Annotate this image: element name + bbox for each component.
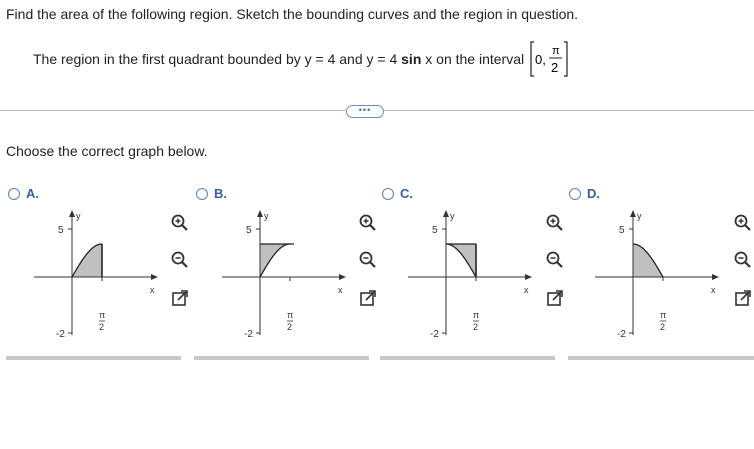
graph-c-content: y x 5 -2 π 2 bbox=[408, 210, 532, 340]
radio-b[interactable] bbox=[196, 187, 208, 200]
y-tick-bottom-label: -2 bbox=[430, 329, 439, 340]
graph-b-content: y x 5 -2 π 2 bbox=[222, 210, 346, 340]
zoom-in-icon[interactable] bbox=[358, 213, 378, 233]
radio-d[interactable] bbox=[569, 187, 581, 200]
interval-start: 0, bbox=[535, 52, 546, 67]
external-link-icon[interactable] bbox=[358, 288, 378, 308]
y-axis-arrow bbox=[257, 210, 263, 217]
x-axis-label: x bbox=[524, 285, 529, 295]
x-axis-label: x bbox=[338, 285, 343, 295]
zoom-in-icon[interactable] bbox=[545, 213, 565, 233]
x-tick-den-label: 2 bbox=[99, 322, 104, 332]
problem-statement: The region in the first quadrant bounded… bbox=[33, 51, 524, 67]
x-tick-num-label: π bbox=[287, 310, 293, 320]
zoom-out-icon[interactable] bbox=[545, 250, 565, 270]
x-axis-label: x bbox=[711, 285, 716, 295]
instruction-text: Choose the correct graph below. bbox=[6, 143, 208, 159]
y-axis-arrow bbox=[443, 210, 449, 217]
x-tick-num-label: π bbox=[473, 310, 479, 320]
shaded-region bbox=[446, 244, 476, 277]
problem-prefix: The region in the first quadrant bounded… bbox=[33, 51, 398, 67]
y-tick-top-label: 5 bbox=[58, 225, 64, 236]
problem-sin: sin bbox=[401, 51, 422, 67]
graph-a-content: y x 5 -2 π 2 bbox=[34, 210, 158, 340]
y-tick-bottom-label: -2 bbox=[617, 329, 626, 340]
option-c[interactable]: C. bbox=[382, 186, 413, 201]
zoom-out-icon[interactable] bbox=[170, 250, 190, 270]
x-tick-den-label: 2 bbox=[473, 322, 478, 332]
radio-a[interactable] bbox=[8, 187, 20, 200]
option-d[interactable]: D. bbox=[569, 186, 600, 201]
y-axis-label: y bbox=[76, 211, 81, 221]
shaded-region bbox=[72, 244, 102, 277]
interval-notation: 0, π 2 bbox=[530, 41, 568, 77]
graph-c: y x 5 -2 π 2 bbox=[408, 210, 532, 340]
y-axis-label: y bbox=[264, 211, 269, 221]
y-tick-bottom-label: -2 bbox=[56, 329, 65, 340]
x-tick-num-label: π bbox=[99, 310, 105, 320]
problem-suffix: x on the interval bbox=[425, 51, 525, 67]
option-a-bar bbox=[6, 356, 181, 360]
y-axis-label: y bbox=[637, 211, 642, 221]
option-a-label: A. bbox=[26, 186, 39, 201]
y-axis-arrow bbox=[630, 210, 636, 217]
y-axis-label: y bbox=[450, 211, 455, 221]
zoom-in-icon[interactable] bbox=[170, 213, 190, 233]
y-tick-top-label: 5 bbox=[619, 225, 625, 236]
radio-c[interactable] bbox=[382, 187, 394, 200]
x-axis-label: x bbox=[150, 285, 155, 295]
interval-num: π bbox=[552, 45, 560, 57]
y-axis-arrow bbox=[69, 210, 75, 217]
option-c-label: C. bbox=[400, 186, 413, 201]
external-link-icon[interactable] bbox=[733, 288, 753, 308]
question-text: Find the area of the following region. S… bbox=[6, 6, 579, 22]
graph-a: y x 5 -2 π 2 bbox=[34, 210, 158, 340]
x-axis-arrow bbox=[525, 274, 532, 280]
graph-d: y x 5 -2 π 2 bbox=[595, 210, 719, 340]
option-b[interactable]: B. bbox=[196, 186, 227, 201]
external-link-icon[interactable] bbox=[170, 288, 190, 308]
graph-b: y x 5 -2 π 2 bbox=[222, 210, 346, 340]
y-tick-bottom-label: -2 bbox=[244, 329, 253, 340]
x-axis-arrow bbox=[712, 274, 719, 280]
graph-d-content: y x 5 -2 π 2 bbox=[595, 210, 719, 340]
option-b-bar bbox=[194, 356, 369, 360]
y-tick-top-label: 5 bbox=[432, 225, 438, 236]
zoom-in-icon[interactable] bbox=[733, 213, 753, 233]
option-d-bar bbox=[568, 356, 754, 360]
external-link-icon[interactable] bbox=[545, 288, 565, 308]
shaded-region bbox=[260, 244, 290, 277]
option-a[interactable]: A. bbox=[8, 186, 39, 201]
x-tick-num-label: π bbox=[660, 310, 666, 320]
more-button[interactable]: ••• bbox=[346, 105, 384, 118]
x-tick-den-label: 2 bbox=[287, 322, 292, 332]
x-axis-arrow bbox=[151, 274, 158, 280]
y-tick-top-label: 5 bbox=[246, 225, 252, 236]
zoom-out-icon[interactable] bbox=[358, 250, 378, 270]
option-b-label: B. bbox=[214, 186, 227, 201]
shaded-region bbox=[633, 244, 663, 277]
zoom-out-icon[interactable] bbox=[733, 250, 753, 270]
x-axis-arrow bbox=[339, 274, 346, 280]
x-tick-den-label: 2 bbox=[660, 322, 665, 332]
interval-den: 2 bbox=[551, 60, 558, 75]
option-c-bar bbox=[380, 356, 555, 360]
option-d-label: D. bbox=[587, 186, 600, 201]
